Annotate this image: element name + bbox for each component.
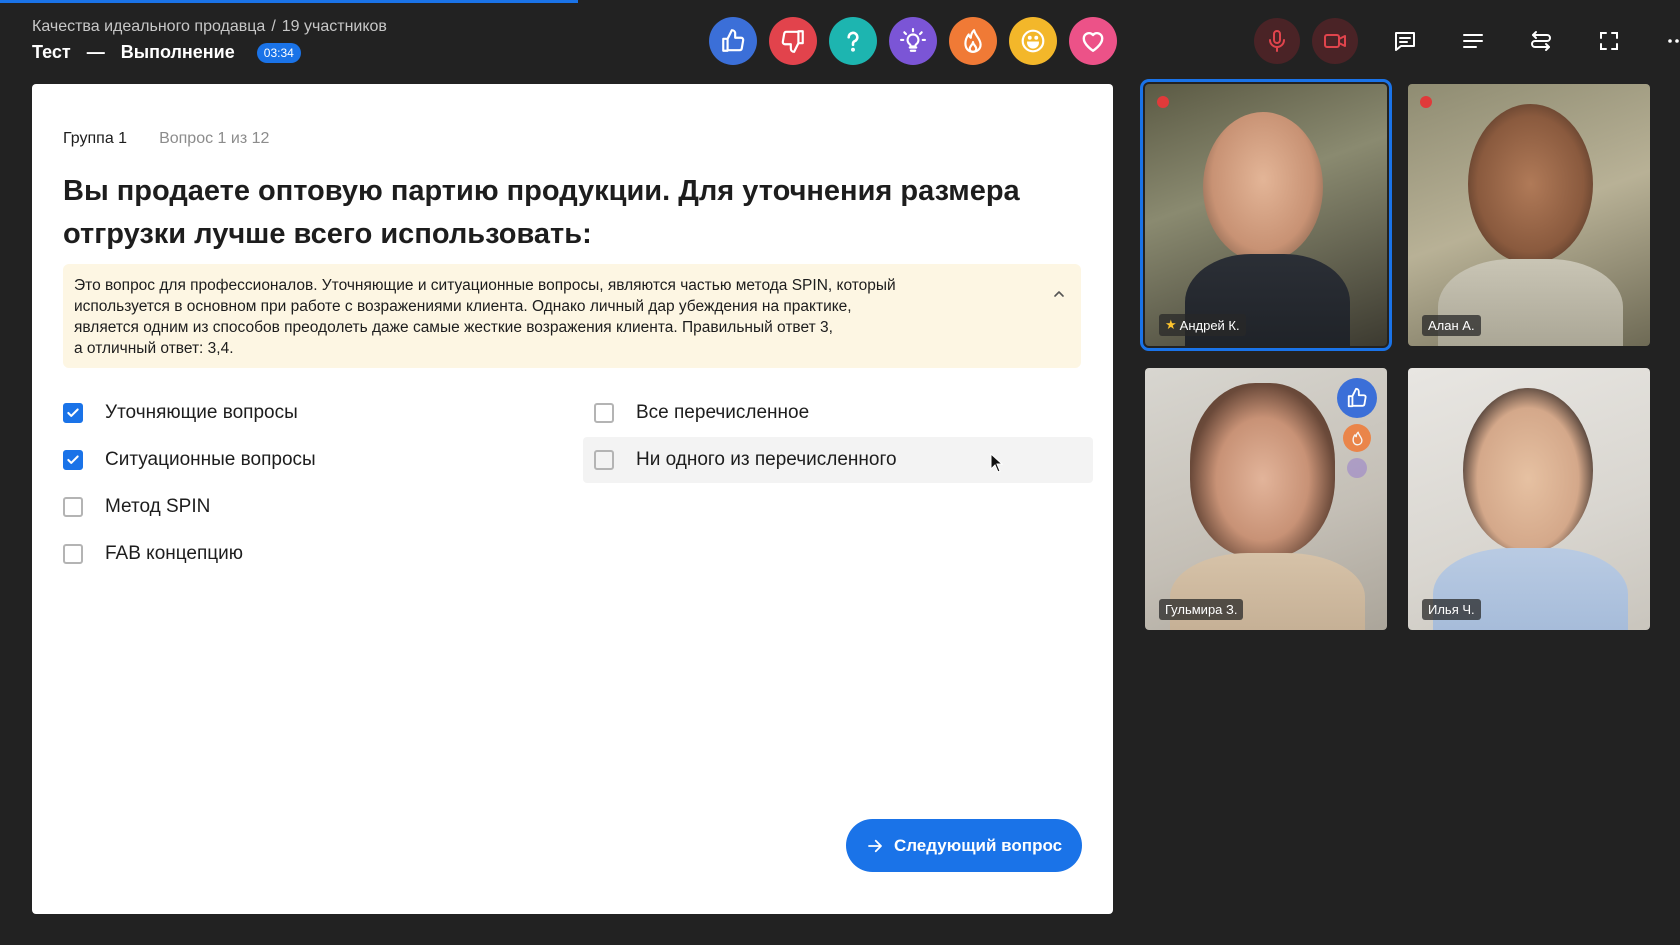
participant-video <box>1190 383 1335 558</box>
answer-option[interactable]: Уточняющие вопросы <box>32 390 552 436</box>
breadcrumb: Качества идеального продавца / 19 участн… <box>32 18 387 36</box>
session-progress-bar <box>0 0 578 3</box>
reaction-question-button[interactable] <box>829 17 877 65</box>
recording-indicator <box>1420 96 1432 108</box>
breadcrumb-participants[interactable]: 19 участников <box>282 18 387 36</box>
fire-icon <box>1343 424 1371 452</box>
answer-option[interactable]: Все перечисленное <box>583 390 1093 436</box>
participant-name: Гульмира З. <box>1165 602 1238 617</box>
page-title: Тест — Выполнение 03:34 <box>32 42 387 63</box>
thumbs-up-icon <box>1337 378 1377 418</box>
fullscreen-button[interactable] <box>1586 18 1632 64</box>
answer-label: Уточняющие вопросы <box>105 402 298 423</box>
participant-tile[interactable]: Илья Ч. <box>1408 368 1650 630</box>
participant-tile[interactable]: Гульмира З. <box>1145 368 1387 630</box>
participant-name-tag: Илья Ч. <box>1422 599 1481 620</box>
microphone-toggle-button[interactable] <box>1254 18 1300 64</box>
checkbox[interactable] <box>63 544 83 564</box>
timer-badge: 03:34 <box>256 42 301 63</box>
checkbox[interactable] <box>594 403 614 423</box>
arrow-right-icon <box>868 839 882 852</box>
chevron-up-icon[interactable] <box>1051 286 1067 308</box>
reaction-idea-button[interactable] <box>889 17 937 65</box>
answer-label: Метод SPIN <box>105 496 211 517</box>
recording-indicator <box>1157 96 1169 108</box>
breadcrumb-course[interactable]: Качества идеального продавца <box>32 18 265 36</box>
fullscreen-icon <box>1600 32 1618 50</box>
question-icon <box>847 31 859 52</box>
hint-line: является одним из способов преодолеть да… <box>74 319 833 336</box>
star-icon: ★ <box>1165 317 1177 332</box>
checkbox-checked[interactable] <box>63 450 83 470</box>
switch-icon <box>1531 31 1551 51</box>
checkbox[interactable] <box>594 450 614 470</box>
next-question-button[interactable]: Следующий вопрос <box>846 819 1082 872</box>
checkbox-checked[interactable] <box>63 403 83 423</box>
hint-line: используется в основном при работе с воз… <box>74 298 852 315</box>
participant-name: Алан А. <box>1428 318 1475 333</box>
reaction-heart-button[interactable] <box>1069 17 1117 65</box>
reaction-thumbs-up-button[interactable] <box>709 17 757 65</box>
answer-option[interactable]: Ни одного из перечисленного <box>583 437 1093 483</box>
answer-label: Ни одного из перечисленного <box>636 449 897 470</box>
participant-name-tag: Алан А. <box>1422 315 1481 336</box>
group-label: Группа 1 <box>63 130 128 147</box>
reaction-fire-button[interactable] <box>949 17 997 65</box>
more-options-button[interactable] <box>1654 18 1680 64</box>
answer-option[interactable]: Ситуационные вопросы <box>32 437 552 483</box>
reaction-smile-button[interactable] <box>1009 17 1057 65</box>
camera-off-icon <box>1324 34 1346 48</box>
participant-video <box>1463 388 1593 553</box>
answer-label: Все перечисленное <box>636 402 810 423</box>
switch-layout-button[interactable] <box>1518 18 1564 64</box>
smile-icon <box>1021 29 1045 53</box>
list-icon <box>1463 34 1483 48</box>
participant-name: Илья Ч. <box>1428 602 1475 617</box>
quiz-panel: Группа 1 Вопрос 1 из 12 Вы продаете опто… <box>32 84 1113 914</box>
thumbs-down-icon <box>781 30 804 53</box>
hint-box: Это вопрос для профессионалов. Уточняющи… <box>63 264 1081 368</box>
lightbulb-icon <box>900 28 926 52</box>
participant-name-tag: Гульмира З. <box>1159 599 1244 620</box>
reactions-bar <box>709 17 1117 65</box>
microphone-off-icon <box>1269 30 1285 52</box>
question-text: Вы продаете оптовую партию продукции. Дл… <box>63 175 1020 250</box>
question-number: Вопрос 1 из 12 <box>159 130 270 147</box>
title-state: Выполнение <box>120 42 235 62</box>
question-meta: Группа 1 Вопрос 1 из 12 <box>63 130 269 148</box>
answer-label: FAB концепцию <box>105 543 244 564</box>
fire-icon <box>964 29 982 53</box>
participant-tile[interactable]: ★ Андрей К. <box>1140 79 1392 351</box>
session-header: Качества идеального продавца / 19 участн… <box>32 18 387 63</box>
participant-name: Андрей К. <box>1179 317 1240 333</box>
participant-tile[interactable]: Алан А. <box>1408 84 1650 346</box>
list-button[interactable] <box>1450 18 1496 64</box>
participant-name-tag: ★ Андрей К. <box>1159 314 1246 336</box>
reaction-thumbs-down-button[interactable] <box>769 17 817 65</box>
participant-video <box>1468 104 1593 264</box>
meeting-controls <box>1254 18 1680 64</box>
hint-line: а отличный ответ: 3,4. <box>74 340 234 357</box>
lightbulb-icon <box>1347 458 1367 478</box>
chat-icon <box>1395 32 1415 51</box>
participant-reactions <box>1337 378 1377 478</box>
participant-video <box>1203 112 1323 262</box>
checkbox[interactable] <box>63 497 83 517</box>
title-dash: — <box>86 42 105 62</box>
answer-label: Ситуационные вопросы <box>105 449 316 470</box>
next-button-label: Следующий вопрос <box>893 835 1063 855</box>
camera-toggle-button[interactable] <box>1312 18 1358 64</box>
more-icon <box>1668 39 1679 43</box>
title-main: Тест <box>32 42 71 62</box>
chat-button[interactable] <box>1382 18 1428 64</box>
breadcrumb-separator: / <box>271 18 276 35</box>
answer-option[interactable]: Метод SPIN <box>32 484 552 530</box>
hint-line: Это вопрос для профессионалов. Уточняющи… <box>74 277 896 294</box>
thumbs-up-icon <box>722 29 745 52</box>
answer-option[interactable]: FAB концепцию <box>32 531 552 577</box>
heart-icon <box>1082 32 1104 52</box>
mouse-cursor <box>990 452 1004 478</box>
